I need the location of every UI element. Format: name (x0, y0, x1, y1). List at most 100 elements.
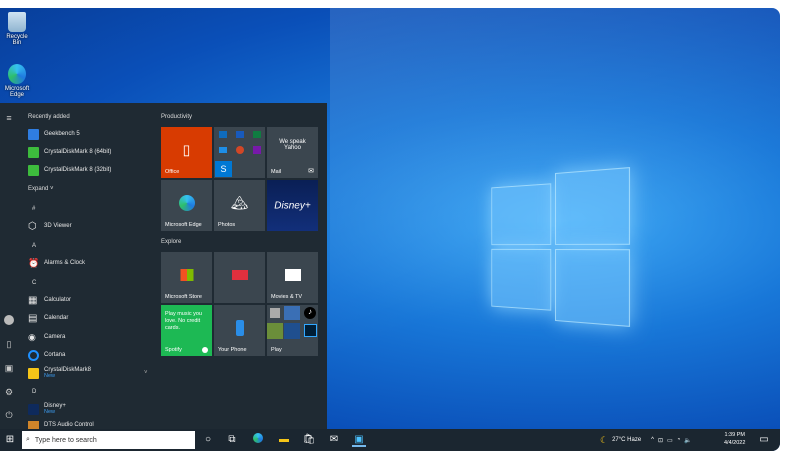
tile-spotify[interactable]: Play music you love. No credit cards. Spo… (161, 305, 212, 356)
list-item[interactable]: Cortana (28, 348, 153, 362)
photoshop-icon (304, 324, 317, 337)
item-label: CrystalDiskMark 8 (32bit) (44, 167, 112, 173)
system-tray: ☾ 27°C Haze ^ ⊡ ▭ ◔ 🔈 (600, 429, 692, 451)
user-avatar-icon[interactable] (4, 315, 14, 325)
list-item-folder[interactable]: CrystalDiskMark8 New ˅ (28, 364, 153, 382)
tile-photos[interactable]: 🏔 Photos (214, 180, 265, 231)
search-box[interactable]: ⌕ Type here to search (22, 431, 195, 449)
edge-icon (178, 194, 195, 211)
desktop-recycle-bin[interactable]: Recycle Bin (2, 12, 32, 46)
chevron-down-icon[interactable]: ˅ (144, 370, 148, 376)
calendar-icon: ▤ (28, 312, 38, 324)
weather-text[interactable]: 27°C Haze (612, 437, 641, 443)
item-label: DTS Audio Control (44, 422, 94, 428)
list-item[interactable]: Geekbench 5 (28, 127, 153, 141)
office-icon: ▯ (182, 141, 191, 158)
documents-icon[interactable]: ▯ (4, 339, 14, 349)
item-label: CrystalDiskMark 8 (64bit) (44, 149, 112, 155)
tile-microsoft-edge[interactable]: Microsoft Edge (161, 180, 212, 231)
recently-added-heading: Recently added (28, 114, 70, 120)
hamburger-menu-icon[interactable]: ≡ (4, 113, 14, 123)
search-icon: ⌕ (26, 436, 30, 443)
letter-header[interactable]: D (32, 389, 36, 395)
prime-video-icon (284, 323, 300, 339)
list-item[interactable]: CrystalDiskMark 8 (64bit) (28, 145, 153, 159)
tile-play[interactable]: ♪ Play (267, 305, 318, 356)
windows-start-icon[interactable]: ⊞ (3, 433, 17, 447)
clapperboard-icon (284, 268, 301, 281)
new-badge: New (44, 373, 56, 379)
item-label: Alarms & Clock (44, 260, 86, 266)
volume-icon[interactable]: 🔈 (684, 437, 691, 444)
folder-icon (28, 367, 39, 379)
item-label: Geekbench 5 (44, 131, 80, 137)
tile-your-phone[interactable]: Your Phone (214, 305, 265, 356)
clock[interactable]: 1:39 PM 4/4/2022 (724, 431, 745, 447)
power-icon[interactable]: ⏻ (4, 410, 14, 420)
crystaldiskmark-icon (28, 146, 39, 158)
start-rail: ≡ ▯ ▣ ⚙ ⏻ (0, 103, 18, 429)
cortana-icon (28, 349, 39, 361)
excel-icon (253, 131, 261, 138)
letter-header[interactable]: A (32, 243, 36, 249)
group-heading-explore[interactable]: Explore (161, 239, 181, 245)
store-taskbar-icon[interactable]: 🛍 (302, 433, 316, 447)
list-item[interactable]: ⏰ Alarms & Clock (28, 256, 153, 270)
tile-disney-plus[interactable]: Disney+ (267, 180, 318, 231)
mail-icon: ✉ (308, 168, 314, 175)
list-item[interactable]: Disney+ New (28, 400, 153, 418)
powerpoint-icon (236, 146, 244, 154)
list-item[interactable]: ▦ Calculator (28, 293, 153, 307)
onenote-icon (253, 146, 261, 154)
expand-button[interactable]: Expand ˅ (28, 186, 54, 192)
tile-movies-tv[interactable]: Movies & TV (267, 252, 318, 303)
tile-mail[interactable]: We speak Yahoo Mail ✉ (267, 127, 318, 178)
group-heading-productivity[interactable]: Productivity (161, 114, 192, 120)
outlook-icon (219, 131, 227, 138)
item-label: Calculator (44, 297, 72, 303)
phone-icon (235, 319, 244, 336)
word-icon (236, 131, 244, 138)
tiktok-icon: ♪ (304, 307, 316, 319)
camera-icon: ◉ (28, 331, 36, 342)
list-item[interactable]: ▤ Calendar (28, 311, 153, 325)
item-label: Disney+ New (44, 403, 66, 415)
list-item[interactable]: CrystalDiskMark 8 (32bit) (28, 163, 153, 177)
tile-office[interactable]: ▯ Office (161, 127, 212, 178)
windows-logo-wallpaper (491, 167, 631, 327)
list-item[interactable]: ◉ Camera (28, 330, 153, 344)
meet-now-icon[interactable]: ⊡ (658, 437, 663, 444)
app-taskbar-icon[interactable]: ▣ (352, 433, 366, 447)
task-view-icon[interactable]: ⧉ (225, 433, 239, 447)
tile-office-apps[interactable]: S (214, 127, 265, 178)
list-item[interactable]: ⬡ 3D Viewer (28, 219, 153, 233)
solitaire-icon (284, 306, 300, 320)
new-badge: New (44, 409, 56, 415)
spotify-icon (202, 347, 208, 353)
letter-header[interactable]: C (32, 280, 36, 286)
pictures-icon[interactable]: ▣ (4, 363, 14, 373)
settings-gear-icon[interactable]: ⚙ (4, 387, 14, 397)
geekbench-icon (28, 128, 39, 140)
tile-news[interactable] (214, 252, 265, 303)
notifications-icon[interactable]: ▭ (757, 433, 771, 447)
disney-icon (28, 403, 39, 415)
cortana-icon[interactable]: ○ (201, 433, 215, 447)
battery-icon[interactable]: ▭ (667, 437, 673, 444)
edge-taskbar-icon[interactable] (251, 433, 265, 447)
file-explorer-icon[interactable]: ▬ (277, 433, 291, 447)
weather-moon-icon[interactable]: ☾ (600, 435, 608, 446)
3d-viewer-icon: ⬡ (28, 220, 37, 232)
mail-taskbar-icon[interactable]: ✉ (327, 433, 341, 447)
start-menu: ≡ ▯ ▣ ⚙ ⏻ Recently added Geekbench 5 Cry… (0, 103, 327, 429)
network-icon[interactable]: ◔ (677, 437, 681, 443)
game-icon (267, 323, 283, 339)
chevron-up-icon[interactable]: ^ (651, 437, 654, 443)
tile-microsoft-store[interactable]: Microsoft Store (161, 252, 212, 303)
roblox-icon (270, 308, 280, 318)
desktop-edge[interactable]: Microsoft Edge (2, 64, 32, 98)
time: 1:39 PM (724, 432, 745, 438)
letter-header[interactable]: # (32, 206, 35, 212)
dts-audio-icon (28, 421, 39, 429)
list-item[interactable]: DTS Audio Control (28, 421, 153, 429)
